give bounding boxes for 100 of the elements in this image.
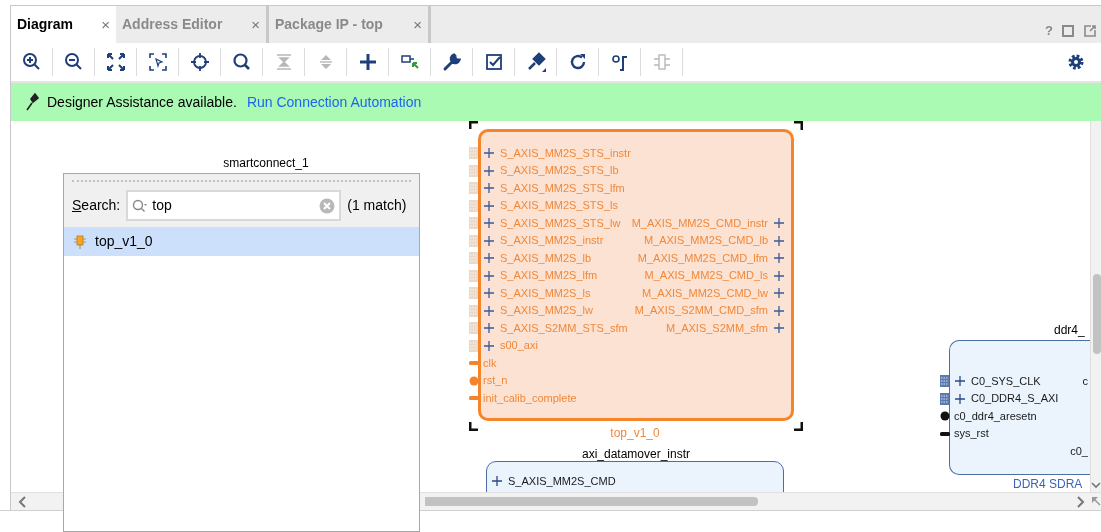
port-connector: [469, 233, 479, 248]
horizontal-scroll-thumb[interactable]: [425, 497, 758, 506]
assistance-message: Designer Assistance available.: [47, 92, 237, 112]
search-label: Search:: [72, 196, 121, 215]
expand-port-icon[interactable]: [774, 253, 784, 263]
port-label: M_AXIS_MM2S_CMD_lw: [642, 285, 768, 301]
port-label: S_AXIS_MM2S_lb: [500, 250, 592, 266]
match-count: (1 match): [347, 196, 407, 215]
port-connector: [469, 163, 479, 178]
port-label: S_AXIS_MM2S_lw: [500, 303, 593, 319]
port-label: S_AXIS_MM2S_STS_lb: [500, 163, 619, 179]
close-tab-button[interactable]: ×: [251, 17, 260, 32]
port-connector: [469, 216, 479, 230]
expand-port-icon[interactable]: [484, 235, 494, 246]
maximize-icon[interactable]: [1061, 23, 1075, 38]
expand-port-icon[interactable]: [484, 305, 494, 316]
port-label: S_AXIS_MM2S_STS_lfm: [500, 180, 625, 196]
expand-port-icon[interactable]: [955, 393, 965, 404]
expand-port-icon[interactable]: [955, 376, 965, 386]
help-button[interactable]: ?: [1045, 21, 1053, 41]
port-label: init_calib_complete: [483, 390, 577, 406]
search-icon: [231, 52, 252, 72]
port-label: S_AXIS_MM2S_CMD: [508, 473, 616, 489]
expand-port-icon[interactable]: [484, 288, 494, 298]
port-label: rst_n: [483, 373, 508, 389]
expand-port-icon[interactable]: [484, 148, 494, 158]
scroll-down-icon[interactable]: [1091, 482, 1101, 490]
port-label: sys_rst: [954, 426, 989, 442]
port-label: S_AXIS_MM2S_instr: [500, 233, 604, 249]
port-label: S_AXIS_MM2S_STS_instr: [500, 145, 631, 161]
popout-icon[interactable]: [1083, 23, 1097, 38]
port-connector: [469, 303, 479, 318]
tab[interactable]: Diagram ×: [11, 6, 116, 43]
expand-port-icon[interactable]: [492, 476, 502, 486]
port-label: c0_: [1070, 443, 1088, 459]
expand-port-icon[interactable]: [484, 183, 494, 193]
pin-icon: [25, 93, 39, 111]
block-title: ddr4_: [1054, 322, 1085, 339]
block-subtitle: DDR4 SDRA: [1013, 476, 1083, 492]
port-label: M_AXIS_MM2S_CMD_instr: [631, 215, 768, 231]
checkbox-icon: [483, 52, 504, 72]
port-label: s00_axi: [500, 338, 538, 354]
port-label: c: [1082, 373, 1088, 389]
expand-port-icon[interactable]: [774, 305, 784, 316]
port-connector: [469, 321, 479, 335]
expand-port-icon[interactable]: [484, 323, 494, 333]
expand-port-icon[interactable]: [484, 340, 494, 351]
block-subtitle: top_v1_0: [610, 425, 660, 442]
expand-port-icon[interactable]: [484, 253, 494, 263]
signal-pin-icon: [469, 396, 479, 400]
port-connector: [469, 268, 479, 283]
port-connector: [940, 391, 950, 406]
port-connector: [469, 146, 479, 160]
plus-icon: [357, 52, 378, 72]
port-label: S_AXIS_S2MM_STS_sfm: [500, 320, 628, 336]
search-icon: [132, 198, 149, 213]
zoom-in-icon: [21, 52, 42, 72]
expand-port-icon[interactable]: [484, 165, 494, 176]
scroll-right-icon[interactable]: [1077, 496, 1085, 508]
expand-arrows-icon: [105, 52, 126, 72]
vertical-scroll-thumb[interactable]: [1093, 274, 1101, 354]
expand-port-icon[interactable]: [774, 218, 784, 228]
port-label: c0_ddr4_aresetn: [954, 408, 1037, 424]
settings-icon: [1066, 52, 1086, 72]
ip-block[interactable]: [949, 340, 1090, 475]
connection-automation-link[interactable]: Run Connection Automation: [246, 91, 422, 113]
block-title: axi_datamover_instr: [581, 446, 691, 463]
signal-pin-icon: [940, 431, 950, 436]
signal-pin-icon: [469, 361, 479, 365]
port-label: M_AXIS_MM2S_CMD_lb: [643, 233, 768, 249]
port-label: M_AXIS_S2MM_sfm: [665, 320, 768, 336]
port-label: M_AXIS_MM2S_CMD_ls: [644, 268, 768, 284]
regenerate-icon: [609, 52, 630, 72]
resize-corner-icon[interactable]: [1091, 496, 1101, 506]
expand-port-icon[interactable]: [484, 218, 494, 228]
expand-port-icon[interactable]: [484, 200, 494, 211]
port-label: S_AXIS_MM2S_ls: [500, 285, 591, 301]
expand-port-icon[interactable]: [774, 323, 784, 333]
port-connector: [469, 198, 479, 213]
close-tab-button[interactable]: ×: [101, 17, 110, 32]
select-area-icon: [147, 52, 168, 72]
port-label: S_AXIS_MM2S_STS_ls: [500, 198, 618, 214]
close-tab-button[interactable]: ×: [413, 17, 422, 32]
port-label: M_AXIS_S2MM_CMD_sfm: [634, 303, 768, 319]
block-title: smartconnect_1: [223, 155, 309, 172]
search-field[interactable]: top: [126, 190, 342, 221]
port-connector: [469, 286, 479, 300]
reset-pin-icon: [469, 375, 479, 386]
expand-port-icon[interactable]: [484, 270, 494, 281]
reset-pin-icon: [940, 411, 950, 421]
crosshair-icon: [189, 52, 210, 72]
port-label: S_AXIS_MM2S_STS_lw: [500, 215, 621, 231]
expand-port-icon[interactable]: [774, 235, 784, 246]
port-connector: [940, 374, 950, 388]
port-label: clk: [483, 355, 497, 371]
scroll-left-icon[interactable]: [18, 496, 26, 508]
port-label: C0_SYS_CLK: [971, 373, 1041, 389]
expand-port-icon[interactable]: [774, 270, 784, 281]
expand-port-icon[interactable]: [774, 288, 784, 298]
search-result[interactable]: top_v1_0: [64, 227, 419, 256]
